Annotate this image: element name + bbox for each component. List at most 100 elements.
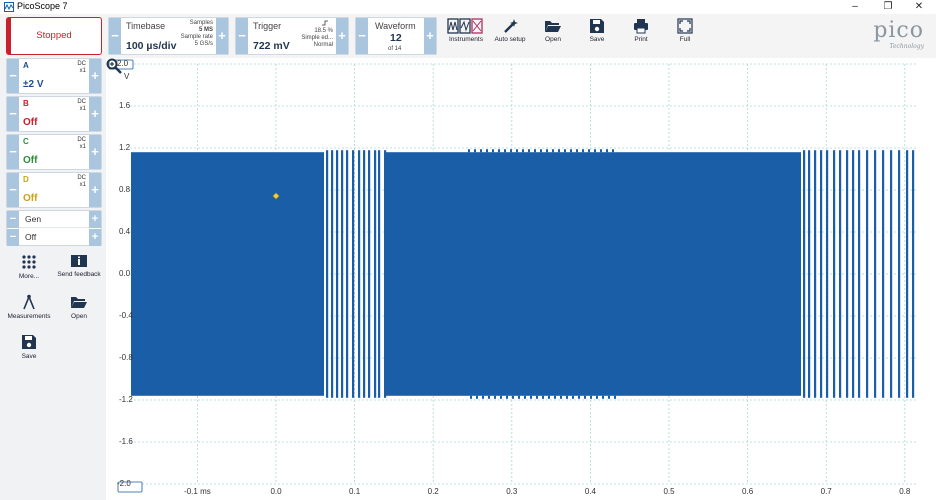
trace-glitch <box>480 149 482 153</box>
save-file-button[interactable]: Save <box>580 17 614 55</box>
channel-c-increase-button[interactable]: + <box>89 135 101 169</box>
trace-glitch <box>590 395 592 399</box>
waveform-previous-button[interactable]: − <box>356 18 368 54</box>
x-tick-label: 0.0 <box>270 487 282 496</box>
trace-glitch <box>578 395 580 399</box>
channel-c-decrease-button[interactable]: − <box>7 135 19 169</box>
trace-glitch <box>560 395 562 399</box>
channel-d-coupling[interactable]: DC x1 <box>77 175 86 189</box>
app-icon <box>4 2 14 12</box>
trace-glitch <box>510 149 512 153</box>
channel-a-range[interactable]: ±2 V <box>23 79 44 90</box>
sidebar-save-button[interactable]: Save <box>4 334 54 361</box>
more-button[interactable]: More... <box>4 254 54 281</box>
instruments-icon <box>447 18 483 34</box>
more-label: More... <box>18 273 40 280</box>
channel-d-decrease-button[interactable]: − <box>7 173 19 207</box>
open-file-button[interactable]: Open <box>536 17 570 55</box>
waveform-number[interactable]: 12 <box>390 32 402 44</box>
full-screen-button[interactable]: Full <box>668 17 702 55</box>
channel-a-decrease-button[interactable]: − <box>7 59 19 93</box>
trace-glitch <box>524 395 526 399</box>
trace-glitch <box>570 149 572 153</box>
trace-pulse <box>858 150 861 398</box>
trace-segment <box>386 152 801 396</box>
gen-increase-button[interactable]: + <box>89 211 101 228</box>
x-tick-label: -0.1 ms <box>184 487 211 496</box>
waveform-count: of 14 <box>388 46 402 52</box>
trace-glitch <box>602 395 604 399</box>
trace-glitch <box>494 395 496 399</box>
waveform-label: Waveform <box>375 21 416 31</box>
trace-glitch <box>468 149 470 153</box>
trace-pulse <box>803 150 806 398</box>
gen-value-increase-button[interactable]: + <box>89 229 101 246</box>
measurements-button[interactable]: Measurements <box>4 294 54 321</box>
x-tick-label: 0.3 <box>506 487 518 496</box>
x-tick-label: 0.1 <box>349 487 361 496</box>
trace-glitch <box>506 395 508 399</box>
y-tick-label: -1.2 <box>119 395 133 404</box>
trace-glitch <box>522 149 524 153</box>
feedback-icon <box>71 255 87 267</box>
zoom-icon[interactable] <box>106 58 122 74</box>
close-button[interactable]: ✕ <box>906 0 932 14</box>
channel-a-increase-button[interactable]: + <box>89 59 101 93</box>
timebase-decrease-button[interactable]: − <box>109 18 121 54</box>
channel-b-range[interactable]: Off <box>23 117 37 128</box>
trace-glitch <box>558 149 560 153</box>
trace-glitch <box>488 395 490 399</box>
channel-b-coupling[interactable]: DC x1 <box>77 99 86 113</box>
timebase-value[interactable]: 100 µs/div <box>126 40 176 52</box>
channel-a-coupling[interactable]: DC x1 <box>77 61 86 75</box>
toolbar: Stopped − Timebase 100 µs/div Samples 5 … <box>0 14 936 58</box>
picoscope-window: PicoScope 7 – ❐ ✕ Stopped − Timebase 100… <box>0 0 936 500</box>
printer-icon <box>634 19 648 34</box>
trace-pulse <box>336 150 339 398</box>
minimize-button[interactable]: – <box>842 0 868 14</box>
gen-value[interactable]: Off <box>19 229 89 246</box>
trace-pulse <box>814 150 817 398</box>
trace-glitch <box>540 149 542 153</box>
sidebar-open-label: Open <box>71 313 87 320</box>
trace-pulse <box>378 150 381 398</box>
trigger-info: 18.5 % Simple ed... Normal <box>301 28 333 48</box>
save-disk-icon <box>22 335 36 349</box>
y-tick-label: -2.0 <box>117 479 131 488</box>
gen-decrease-button[interactable]: − <box>7 211 19 228</box>
auto-setup-label: Auto setup <box>494 36 526 43</box>
y-tick-label: 0.0 <box>119 269 131 278</box>
trace-pulse <box>331 150 334 398</box>
channel-b-decrease-button[interactable]: − <box>7 97 19 131</box>
instruments-button[interactable]: Instruments <box>446 17 486 55</box>
timebase-increase-button[interactable]: + <box>216 18 228 54</box>
channel-b-increase-button[interactable]: + <box>89 97 101 131</box>
waveform-next-button[interactable]: + <box>424 18 436 54</box>
measurements-label: Measurements <box>7 313 51 320</box>
auto-setup-button[interactable]: Auto setup <box>490 17 530 55</box>
trace-glitch <box>500 395 502 399</box>
trigger-decrease-button[interactable]: − <box>236 18 248 54</box>
trigger-level-value[interactable]: 722 mV <box>253 40 290 52</box>
send-feedback-button[interactable]: Send feedback <box>54 254 104 279</box>
channel-c-range[interactable]: Off <box>23 155 37 166</box>
channel-a-name: A <box>23 61 29 70</box>
gen-value-decrease-button[interactable]: − <box>7 229 19 246</box>
trace-glitch <box>498 149 500 153</box>
sidebar-open-button[interactable]: Open <box>54 294 104 321</box>
trace-pulse <box>358 150 361 398</box>
scope-plot[interactable] <box>106 58 936 500</box>
channel-c-coupling[interactable]: DC x1 <box>77 137 86 151</box>
channel-sidebar: − A DC x1 ±2 V + − B DC x1 Off + − C DC x1 … <box>0 58 106 500</box>
print-button[interactable]: Print <box>624 17 658 55</box>
title-bar: PicoScope 7 – ❐ ✕ <box>0 0 936 14</box>
run-stop-button[interactable]: Stopped <box>6 17 102 55</box>
trace-glitch <box>582 149 584 153</box>
channel-d-range[interactable]: Off <box>23 193 37 204</box>
trace-pulse <box>368 150 371 398</box>
channel-d-increase-button[interactable]: + <box>89 173 101 207</box>
trigger-increase-button[interactable]: + <box>336 18 348 54</box>
scope-view[interactable]: 2.0 1.6 1.2 0.8 0.4 0.0 -0.4 -0.8 -1.2 -1.6 -2.0 -… <box>106 58 936 500</box>
restore-button[interactable]: ❐ <box>875 0 901 14</box>
full-label: Full <box>679 36 691 43</box>
